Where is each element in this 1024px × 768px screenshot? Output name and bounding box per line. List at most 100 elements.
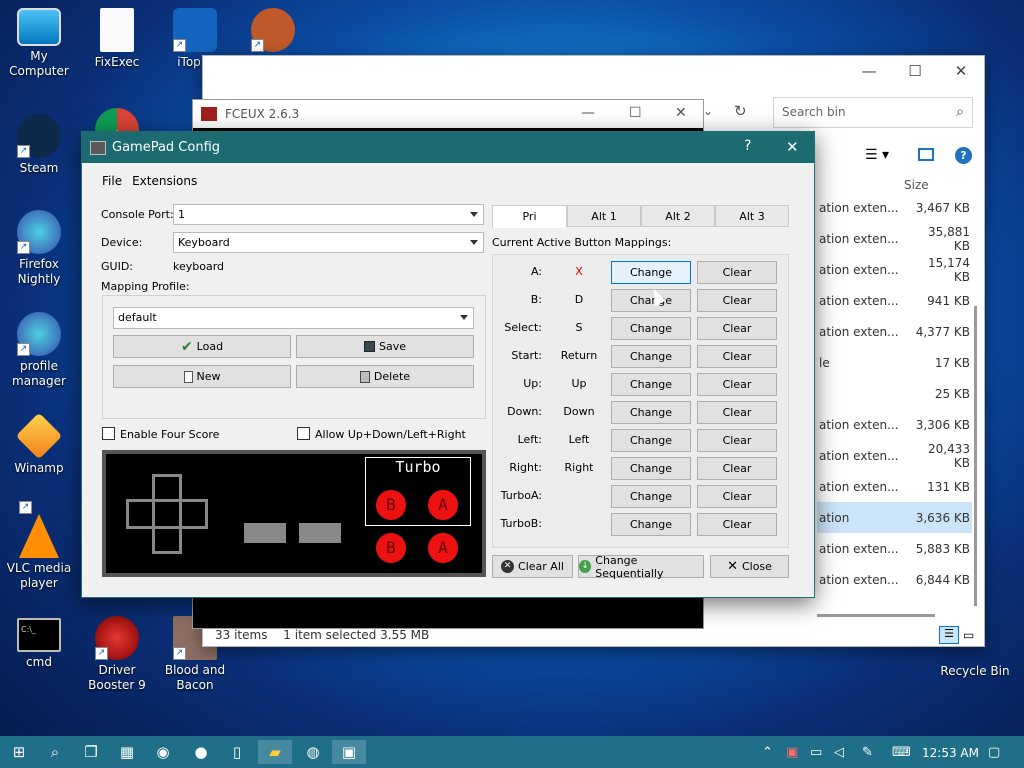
- change-button[interactable]: Change: [611, 513, 691, 536]
- firefox-icon[interactable]: ●: [186, 740, 216, 764]
- console-port-select[interactable]: 1: [173, 204, 484, 225]
- close-button[interactable]: ✕ Close: [710, 555, 789, 578]
- tray-app-icon[interactable]: ▣: [786, 745, 798, 760]
- mapping-key: TurboB:: [500, 517, 542, 530]
- help-button[interactable]: ?: [744, 138, 751, 154]
- view-options-icon[interactable]: ☰ ▾: [865, 147, 889, 163]
- tab-alt-3[interactable]: Alt 3: [715, 205, 789, 227]
- clear-button[interactable]: Clear: [697, 261, 777, 284]
- desktop-icon-profile-manager[interactable]: ↗ profile manager: [0, 312, 78, 389]
- search-icon[interactable]: ⌕: [40, 740, 70, 764]
- details-view-icon[interactable]: ☰: [939, 626, 959, 644]
- maximize-icon[interactable]: ☐: [629, 105, 642, 121]
- file-row[interactable]: ation exten... 5,883 KB: [817, 533, 972, 564]
- tiles-view-icon[interactable]: ▭: [963, 628, 974, 642]
- minimize-icon[interactable]: —: [846, 56, 892, 86]
- clear-button[interactable]: Clear: [697, 457, 777, 480]
- tab-pri[interactable]: Pri: [492, 205, 567, 228]
- file-row[interactable]: ation exten... 4,377 KB: [817, 316, 972, 347]
- tab-alt-2[interactable]: Alt 2: [641, 205, 715, 227]
- close-icon[interactable]: ✕: [786, 138, 799, 156]
- desktop-icon-vlc[interactable]: ↗ VLC media player: [0, 501, 78, 591]
- minimize-icon[interactable]: —: [581, 105, 595, 121]
- clear-all-button[interactable]: ✕ Clear All: [492, 555, 573, 578]
- desktop-icon-my-computer[interactable]: My Computer: [0, 8, 78, 79]
- clear-button[interactable]: Clear: [697, 289, 777, 312]
- file-row[interactable]: ation exten... 3,306 KB: [817, 409, 972, 440]
- clear-button[interactable]: Clear: [697, 317, 777, 340]
- file-row[interactable]: ation exten... 941 KB: [817, 285, 972, 316]
- file-row[interactable]: ation exten... 6,844 KB: [817, 564, 972, 595]
- file-row[interactable]: ation exten... 3,467 KB: [817, 192, 972, 223]
- file-explorer-icon[interactable]: ▰: [258, 740, 292, 764]
- new-button[interactable]: New: [113, 365, 291, 388]
- file-row[interactable]: ation 3,636 KB: [817, 502, 972, 533]
- file-row[interactable]: ation exten... 15,174 KB: [817, 254, 972, 285]
- file-row[interactable]: ation exten... 131 KB: [817, 471, 972, 502]
- desktop-icon-fixexec[interactable]: FixExec: [78, 8, 156, 70]
- desktop-icon-cmd[interactable]: C:\_ cmd: [0, 618, 78, 670]
- save-button[interactable]: Save: [296, 335, 474, 358]
- desktop-icon-steam[interactable]: ↗ Steam: [0, 114, 78, 176]
- close-icon[interactable]: ✕: [938, 56, 984, 86]
- profile-select[interactable]: default: [113, 307, 474, 329]
- chevron-up-icon[interactable]: ⌃: [762, 745, 773, 760]
- file-row[interactable]: 25 KB: [817, 378, 972, 409]
- tab-alt-1[interactable]: Alt 1: [567, 205, 641, 227]
- clear-button[interactable]: Clear: [697, 485, 777, 508]
- change-button[interactable]: Change: [611, 261, 691, 284]
- desktop-icon-winamp[interactable]: Winamp: [0, 412, 78, 476]
- scrollbar[interactable]: [974, 306, 977, 606]
- chevron-down-icon[interactable]: ⌄: [703, 104, 713, 118]
- file-row[interactable]: le 17 KB: [817, 347, 972, 378]
- desktop-icon-recycle-bin[interactable]: Recycle Bin: [936, 664, 1014, 679]
- change-button[interactable]: Change: [611, 373, 691, 396]
- change-button[interactable]: Change: [611, 317, 691, 340]
- clear-button[interactable]: Clear: [697, 401, 777, 424]
- horizontal-scrollbar[interactable]: [817, 614, 935, 617]
- chat-icon[interactable]: ◉: [148, 740, 178, 764]
- maximize-icon[interactable]: ☐: [892, 56, 938, 86]
- change-button[interactable]: Change: [611, 429, 691, 452]
- file-row[interactable]: ation exten... 20,433 KB: [817, 440, 972, 471]
- change-button[interactable]: Change: [611, 485, 691, 508]
- file-row[interactable]: ation exten... 35,881 KB: [817, 223, 972, 254]
- change-button[interactable]: Change: [611, 457, 691, 480]
- desktop-icon-driver-booster[interactable]: ↗ Driver Booster 9: [78, 616, 156, 693]
- clear-button[interactable]: Clear: [697, 513, 777, 536]
- chrome-icon[interactable]: ◍: [296, 740, 330, 764]
- desktop-icon-tf2[interactable]: ↗: [234, 8, 312, 55]
- clock[interactable]: 12:53 AM: [922, 746, 979, 760]
- preview-pane-icon[interactable]: [918, 148, 934, 161]
- device-select[interactable]: Keyboard: [173, 232, 484, 253]
- network-icon[interactable]: ▭: [810, 745, 822, 760]
- load-button[interactable]: ✔ Load: [113, 335, 291, 358]
- notification-icon[interactable]: ▢: [988, 745, 1000, 760]
- fceux-taskbar-icon[interactable]: ▣: [332, 740, 366, 764]
- allow-updown-checkbox[interactable]: [297, 427, 310, 440]
- menu-extensions[interactable]: Extensions: [132, 174, 197, 188]
- search-input[interactable]: Search bin ⌕: [773, 97, 973, 128]
- pen-icon[interactable]: ✎: [862, 745, 873, 760]
- change-sequentially-button[interactable]: ↓ Change Sequentially: [578, 554, 704, 580]
- clear-button[interactable]: Clear: [697, 345, 777, 368]
- document-icon[interactable]: ▯: [222, 740, 252, 764]
- close-icon[interactable]: ✕: [675, 105, 687, 121]
- volume-icon[interactable]: ◁: [834, 745, 844, 760]
- refresh-icon[interactable]: ↻: [734, 102, 747, 120]
- delete-button[interactable]: Delete: [296, 365, 474, 388]
- keyboard-icon[interactable]: ⌨: [892, 745, 911, 760]
- enable-four-score-checkbox[interactable]: [102, 427, 115, 440]
- desktop-icon-firefox-nightly[interactable]: ↗ Firefox Nightly: [0, 210, 78, 287]
- change-button[interactable]: Change: [611, 401, 691, 424]
- clear-button[interactable]: Clear: [697, 429, 777, 452]
- start-icon[interactable]: ⊞: [4, 740, 34, 764]
- clear-button[interactable]: Clear: [697, 373, 777, 396]
- size-column-header[interactable]: Size: [904, 178, 929, 192]
- change-button[interactable]: Change: [611, 345, 691, 368]
- widgets-icon[interactable]: ▦: [112, 740, 142, 764]
- help-icon[interactable]: ?: [955, 147, 972, 164]
- menu-file[interactable]: File: [102, 174, 122, 188]
- file-name: ation exten...: [819, 293, 899, 308]
- task-view-icon[interactable]: ❐: [76, 740, 106, 764]
